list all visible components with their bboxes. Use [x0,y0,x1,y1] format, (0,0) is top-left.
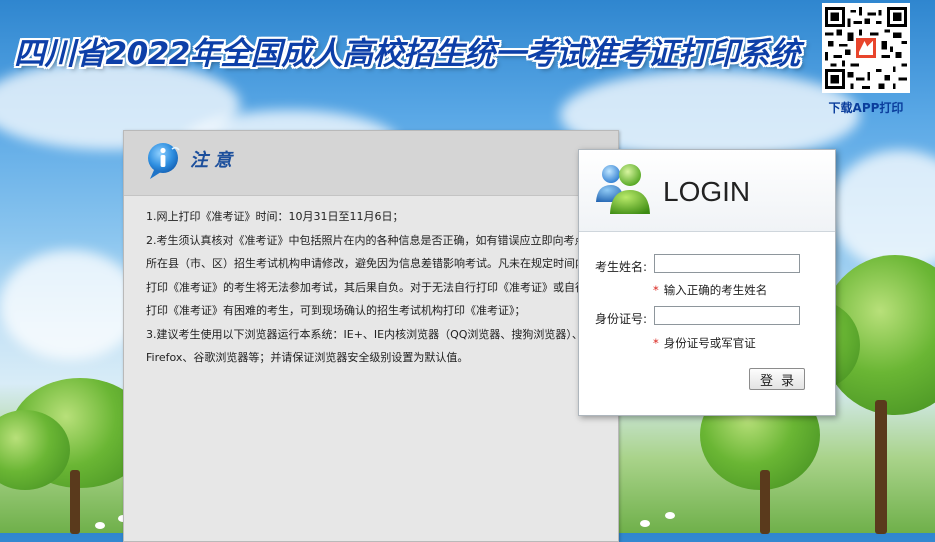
qr-code[interactable] [822,3,910,93]
login-panel: LOGIN 考生姓名: * 输入正确的考生姓名 身份证号: * 身份证号或军官证 登… [578,149,836,416]
name-label: 考生姓名: [595,260,648,274]
id-hint: * 身份证号或军官证 [653,336,756,350]
login-header: LOGIN [579,150,835,232]
cloud [830,150,935,270]
cloud [0,250,140,360]
id-number-input[interactable] [654,306,800,325]
info-icon [148,143,180,179]
qr-code-icon [825,7,907,89]
notice-item: 1.网上打印《准考证》时间：10月31日至11月6日； [146,210,404,223]
notice-title: 注意 [190,150,238,171]
name-hint: * 输入正确的考生姓名 [653,283,768,297]
notice-header: 注意 [124,131,618,196]
notice-item: 2.考生须认真核对《准考证》中包括照片在内的各种信息是否正确，如有错误应立即向考… [146,233,586,318]
users-icon [596,164,650,214]
login-button[interactable]: 登录 [749,368,805,390]
download-app-link[interactable]: 下载APP打印 [814,99,918,116]
name-input[interactable] [654,254,800,273]
login-title: LOGIN [663,176,751,207]
page-title: 四川省2022年全国成人高校招生统一考试准考证打印系统 [14,36,800,72]
notice-item: 3.建议考生使用以下浏览器运行本系统：IE+、IE内核浏览器（QQ浏览器、搜狗浏… [146,327,583,365]
notice-panel: 注意 1.网上打印《准考证》时间：10月31日至11月6日； 2.考生须认真核对… [123,130,619,542]
required-marker: * [653,336,659,350]
notice-body: 1.网上打印《准考证》时间：10月31日至11月6日； 2.考生须认真核对《准考… [146,205,590,370]
id-label: 身份证号: [595,312,648,326]
required-marker: * [653,283,659,297]
